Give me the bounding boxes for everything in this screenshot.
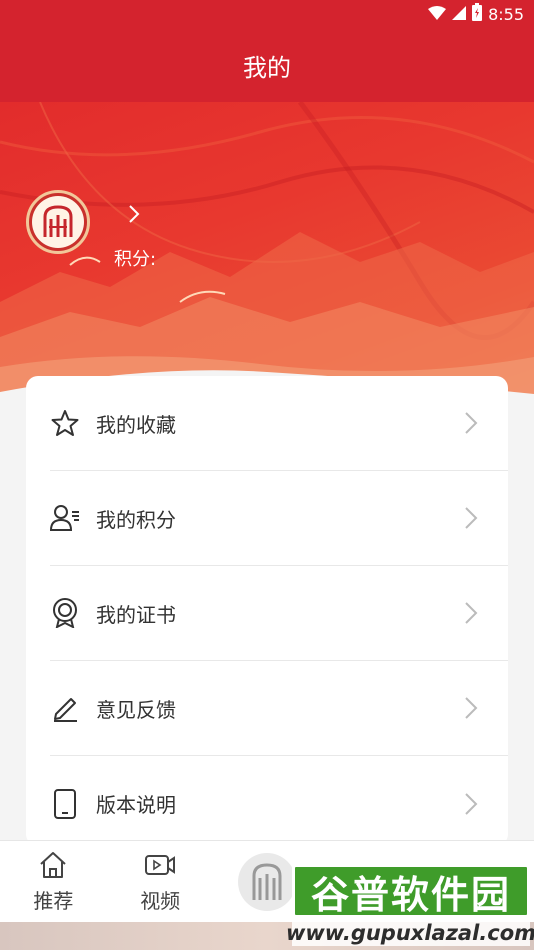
chevron-right-icon <box>464 506 478 530</box>
person-icon <box>465 864 497 896</box>
bottom-strip <box>0 922 534 950</box>
menu-item-certificates[interactable]: 我的证书 <box>50 566 508 661</box>
tab-video[interactable]: 视频 <box>107 841 214 922</box>
logo-icon <box>237 852 296 911</box>
tab-label: 视频 <box>140 889 181 913</box>
menu-item-label: 我的证书 <box>96 602 176 627</box>
tab-category[interactable] <box>320 841 427 922</box>
title-bar: 我的 <box>0 28 534 102</box>
menu-item-label: 我的积分 <box>96 507 176 532</box>
logo-seal-icon <box>32 196 84 248</box>
chevron-right-icon <box>464 601 478 625</box>
tab-center-logo[interactable] <box>214 841 321 922</box>
page-title: 我的 <box>243 53 291 82</box>
menu-item-points[interactable]: 我的积分 <box>50 471 508 566</box>
tab-label: 推荐 <box>33 889 74 913</box>
status-bar: 8:55 <box>0 0 534 28</box>
avatar[interactable] <box>26 190 90 254</box>
tab-mine[interactable] <box>427 841 534 922</box>
points-label: 积分: <box>114 249 157 270</box>
menu-item-label: 意见反馈 <box>96 697 176 722</box>
bottom-tab-bar: 推荐 视频 <box>0 840 534 922</box>
battery-icon <box>472 3 483 25</box>
grid-icon <box>358 864 390 896</box>
menu-item-label: 版本说明 <box>96 793 176 817</box>
chevron-right-icon <box>464 696 478 720</box>
phone-icon <box>50 788 80 819</box>
profile-hero <box>0 102 534 402</box>
mountain-background-image <box>0 102 534 402</box>
chevron-right-icon <box>464 792 478 816</box>
tab-recommend[interactable]: 推荐 <box>0 841 107 922</box>
signal-icon <box>452 5 467 24</box>
menu-card: 我的收藏 我的积分 我的证书 意见反馈 版本说明 <box>26 376 508 846</box>
menu-item-label: 我的收藏 <box>96 412 176 437</box>
menu-item-favorites[interactable]: 我的收藏 <box>50 376 508 471</box>
profile-chevron-icon[interactable] <box>124 201 144 227</box>
chevron-right-icon <box>464 411 478 435</box>
wifi-icon <box>428 5 447 24</box>
menu-item-feedback[interactable]: 意见反馈 <box>50 661 508 756</box>
star-icon <box>50 408 80 438</box>
pen-icon <box>50 693 80 723</box>
menu-item-version[interactable]: 版本说明 <box>50 756 508 851</box>
user-points-icon <box>50 503 80 533</box>
home-icon <box>37 849 69 881</box>
video-icon <box>144 849 176 881</box>
status-time: 8:55 <box>488 4 524 24</box>
certificate-icon <box>50 598 80 628</box>
